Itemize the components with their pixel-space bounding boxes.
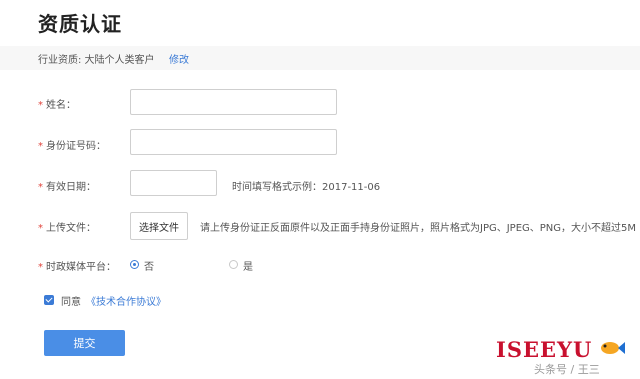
agreement-link[interactable]: 《技术合作协议》 [86, 293, 166, 308]
agree-text: 同意 [61, 297, 81, 308]
modify-link[interactable]: 修改 [169, 51, 189, 66]
name-label-text: 姓名： [46, 100, 76, 111]
media-yes-radio[interactable] [229, 260, 238, 269]
media-platform-label: * 时政媒体平台： [38, 258, 116, 273]
name-label: * 姓名： [38, 96, 76, 111]
required-mark: * [38, 182, 43, 193]
media-no-radio[interactable] [130, 260, 139, 269]
name-input[interactable] [130, 89, 337, 115]
agreement-checkbox[interactable] [44, 295, 54, 305]
submit-button[interactable]: 提交 [44, 330, 125, 356]
upload-label-text: 上传文件： [46, 223, 96, 234]
choose-file-button[interactable]: 选择文件 [130, 212, 188, 240]
media-no-label: 否 [144, 262, 154, 273]
valid-date-label-text: 有效日期： [46, 182, 96, 193]
media-yes-label: 是 [243, 262, 253, 273]
required-mark: * [38, 262, 43, 273]
valid-date-input[interactable] [130, 170, 217, 196]
id-number-label: * 身份证号码： [38, 137, 106, 152]
industry-qualification-text: 行业资质: 大陆个人类客户 [38, 55, 155, 66]
watermark-main-text: ISEEYU [496, 337, 593, 362]
required-mark: * [38, 100, 43, 111]
id-number-input[interactable] [130, 129, 337, 155]
fish-icon [601, 342, 625, 354]
valid-date-hint: 时间填写格式示例：2017-11-06 [232, 182, 381, 193]
page-title: 资质认证 [38, 12, 122, 36]
upload-hint: 请上传身份证正反面原件以及正面手持身份证照片，照片格式为JPG、JPEG、PNG… [200, 223, 637, 234]
watermark-sub-text: 头条号 / 王三 [534, 363, 600, 376]
id-number-label-text: 身份证号码： [46, 141, 106, 152]
valid-date-label: * 有效日期： [38, 178, 96, 193]
watermark-logo: ISEEYU 头条号 / 王三 [496, 337, 636, 377]
required-mark: * [38, 223, 43, 234]
upload-label: * 上传文件： [38, 219, 96, 234]
required-mark: * [38, 141, 43, 152]
media-platform-label-text: 时政媒体平台： [46, 262, 116, 273]
